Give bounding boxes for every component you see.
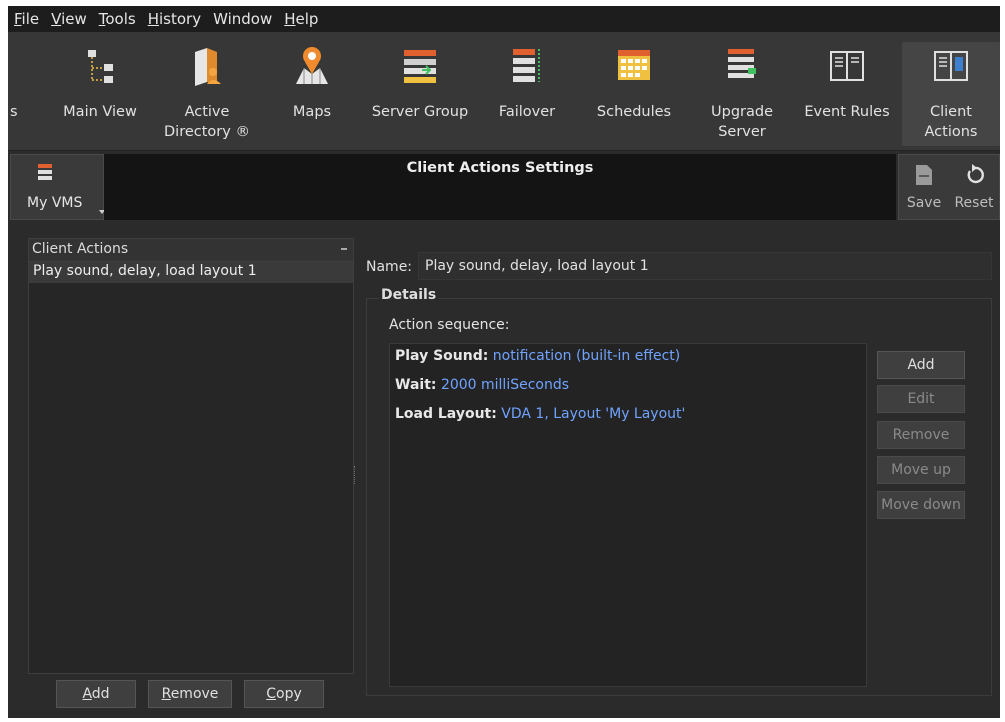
- server-stack-icon: [38, 164, 52, 180]
- collapse-icon: [341, 248, 347, 250]
- action-sequence-list[interactable]: Play Sound: notification (built-in effec…: [389, 343, 867, 687]
- menu-view[interactable]: View: [45, 6, 93, 32]
- details-group: Details Action sequence: Play Sound: not…: [366, 287, 992, 696]
- list-item[interactable]: Play Sound: notification (built-in effec…: [395, 348, 680, 364]
- move-up-button[interactable]: Move up: [877, 456, 965, 484]
- save-file-icon: [916, 165, 932, 185]
- ribbon-schedules[interactable]: Schedules: [592, 42, 676, 146]
- menu-history[interactable]: History: [142, 6, 207, 32]
- name-row: Name: Play sound, delay, load layout 1: [366, 252, 992, 282]
- ribbon-failover[interactable]: Failover: [488, 42, 566, 146]
- copy-client-action-button[interactable]: Copy: [244, 680, 324, 708]
- add-action-button[interactable]: Add: [877, 351, 965, 379]
- page-title: Client Actions Settings: [406, 160, 594, 176]
- ribbon-partial-item[interactable]: s: [8, 42, 28, 146]
- settings-header: My VMS Client Actions Settings Save Rese…: [10, 154, 1000, 220]
- list-item[interactable]: Wait: 2000 milliSeconds: [395, 377, 569, 393]
- menu-tools[interactable]: Tools: [93, 6, 142, 32]
- save-button[interactable]: Save: [899, 155, 949, 219]
- list-item[interactable]: Play sound, delay, load layout 1: [29, 262, 353, 283]
- app-window: File View Tools History Window Help s Ma…: [8, 6, 1000, 718]
- settings-title-bar: Client Actions Settings: [104, 154, 896, 220]
- reset-icon: [967, 164, 984, 184]
- ribbon-upgrade-server[interactable]: Upgrade Server: [702, 42, 782, 146]
- ribbon-client-actions[interactable]: Client Actions: [902, 42, 1000, 146]
- name-field[interactable]: Play sound, delay, load layout 1: [418, 252, 992, 280]
- my-vms-button[interactable]: My VMS: [10, 154, 105, 220]
- add-client-action-button[interactable]: Add: [56, 680, 136, 708]
- menu-help[interactable]: Help: [278, 6, 324, 32]
- book-icon: [830, 51, 864, 81]
- edit-action-button[interactable]: Edit: [877, 385, 965, 413]
- ribbon-active-directory[interactable]: Active Directory ®: [158, 42, 256, 146]
- menu-window[interactable]: Window: [207, 6, 278, 32]
- ribbon-toolbar: s Main View Active Directory ® Maps Serv…: [8, 32, 1000, 151]
- menu-bar: File View Tools History Window Help: [8, 6, 1000, 32]
- map-pin-icon: [296, 47, 328, 84]
- client-actions-list: Client Actions Play sound, delay, load l…: [28, 238, 354, 674]
- calendar-icon: [618, 50, 650, 80]
- tree-view-icon: [88, 50, 113, 83]
- move-down-button[interactable]: Move down: [877, 491, 965, 519]
- upgrade-server-icon: [728, 49, 756, 84]
- ribbon-main-view[interactable]: Main View: [54, 42, 146, 146]
- list-item[interactable]: Load Layout: VDA 1, Layout 'My Layout': [395, 406, 685, 422]
- remove-action-button[interactable]: Remove: [877, 421, 965, 449]
- splitter-handle[interactable]: [354, 466, 357, 484]
- ribbon-event-rules[interactable]: Event Rules: [802, 42, 892, 146]
- list-header[interactable]: Client Actions: [29, 239, 353, 262]
- remove-client-action-button[interactable]: Remove: [148, 680, 232, 708]
- reset-button[interactable]: Reset: [949, 155, 999, 219]
- ribbon-server-group[interactable]: Server Group: [364, 42, 476, 146]
- client-actions-book-icon: [934, 51, 968, 81]
- failover-icon: [513, 49, 540, 82]
- save-reset-group: Save Reset: [898, 154, 1000, 220]
- folder-person-icon: [195, 48, 221, 86]
- menu-file[interactable]: File: [8, 6, 45, 32]
- action-sequence-label: Action sequence:: [389, 317, 510, 333]
- details-title: Details: [379, 287, 439, 303]
- server-group-icon: [404, 50, 436, 83]
- ribbon-maps[interactable]: Maps: [280, 42, 344, 146]
